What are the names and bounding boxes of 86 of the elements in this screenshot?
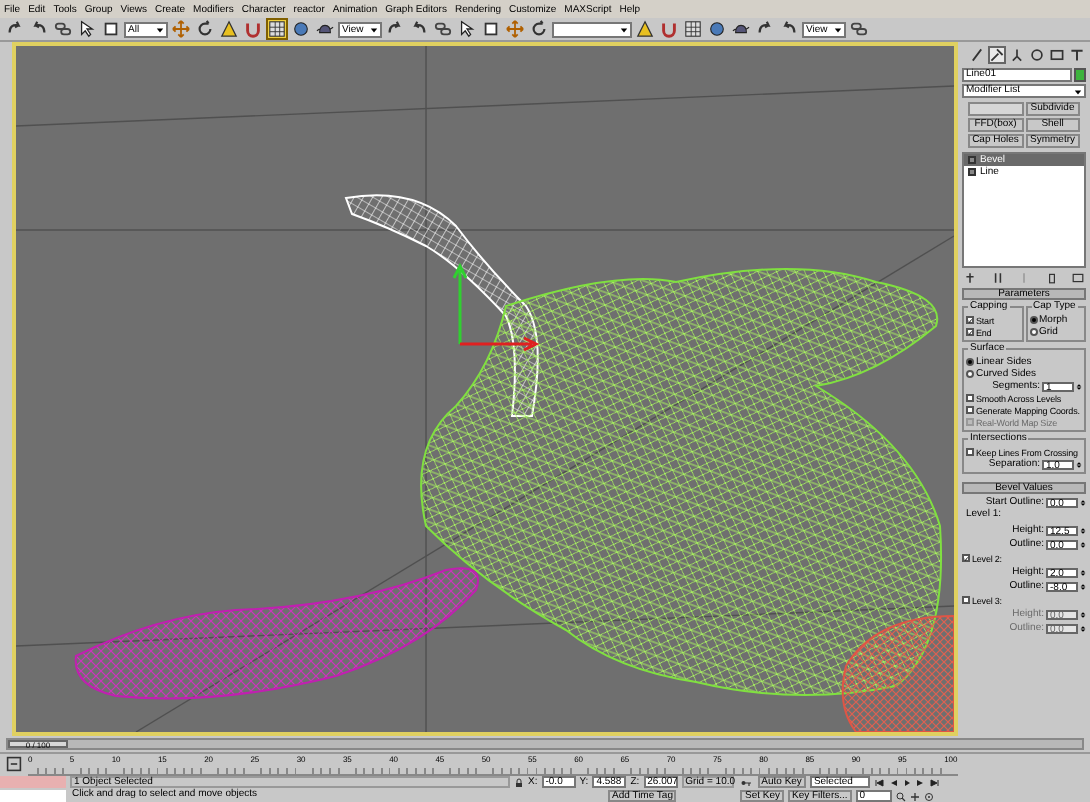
color-swatch[interactable] <box>1074 68 1086 82</box>
sphere-icon <box>292 20 310 38</box>
radio-button[interactable] <box>1029 316 1037 324</box>
radio-button[interactable] <box>1029 328 1037 336</box>
panel-tab[interactable] <box>1048 46 1066 64</box>
checkbox[interactable] <box>966 406 974 414</box>
zoom-icon[interactable] <box>895 791 906 801</box>
toolbar-button[interactable] <box>432 18 454 40</box>
spinner-arrows-icon[interactable] <box>1080 609 1086 619</box>
transform-gizmo-icon[interactable] <box>452 262 540 352</box>
teapot-icon <box>316 20 334 38</box>
curved-arrow-icon <box>780 20 798 38</box>
caret-icon <box>156 25 164 33</box>
toolbar-button[interactable] <box>480 18 502 40</box>
four-way-arrow-icon <box>506 20 524 38</box>
panel-tab[interactable] <box>1008 46 1026 64</box>
toolbar-button[interactable] <box>76 18 98 40</box>
teapot-icon <box>732 20 750 38</box>
curved-arrow-icon <box>386 20 404 38</box>
spinner-arrows-icon[interactable] <box>1080 581 1086 591</box>
caret-icon <box>834 25 842 33</box>
checkbox[interactable] <box>966 394 974 402</box>
curved-arrow-icon <box>756 20 774 38</box>
lock-icon[interactable] <box>514 777 524 787</box>
spinner-arrows-icon[interactable] <box>1080 567 1086 577</box>
circular-arrow-icon <box>196 20 214 38</box>
spinner-arrows-icon[interactable] <box>1080 497 1086 507</box>
curved-arrow-icon <box>6 20 24 38</box>
monitor-icon <box>1050 48 1064 62</box>
square-icon[interactable] <box>1072 272 1084 284</box>
toolbar-button[interactable] <box>194 18 216 40</box>
triangle-icon <box>636 20 654 38</box>
toolbar-button[interactable] <box>634 18 656 40</box>
triangle-icon <box>220 20 238 38</box>
toolbar-button[interactable] <box>848 18 870 40</box>
grid-icon <box>268 20 286 38</box>
key-icon[interactable] <box>737 777 754 787</box>
panel-tab[interactable] <box>968 46 986 64</box>
toolbar-button[interactable] <box>290 18 312 40</box>
magnet-icon <box>660 20 678 38</box>
chain-link-icon <box>850 20 868 38</box>
checkbox[interactable] <box>966 448 974 456</box>
checkbox[interactable] <box>962 596 970 604</box>
arrow-cursor-icon <box>458 20 476 38</box>
toolbar-button[interactable] <box>528 18 550 40</box>
arrow-cursor-icon <box>78 20 96 38</box>
magnet-icon <box>244 20 262 38</box>
chain-link-icon <box>434 20 452 38</box>
chain-link-icon <box>54 20 72 38</box>
square-icon <box>482 20 500 38</box>
square-icon <box>102 20 120 38</box>
caret-icon <box>370 25 378 33</box>
toolbar-button[interactable] <box>100 18 122 40</box>
line-icon <box>970 48 984 62</box>
sphere-icon <box>708 20 726 38</box>
panel-tab[interactable] <box>1028 46 1046 64</box>
checkbox[interactable] <box>966 316 974 324</box>
dropdown[interactable] <box>552 21 632 37</box>
caret-icon <box>620 25 628 33</box>
spinner-arrows-icon[interactable] <box>1080 623 1086 633</box>
four-way-arrow-icon <box>172 20 190 38</box>
spinner-arrows-icon[interactable] <box>1080 539 1086 549</box>
checkbox[interactable] <box>962 554 970 562</box>
checkbox[interactable] <box>966 328 974 336</box>
toolbar-button[interactable] <box>218 18 240 40</box>
bar-icon[interactable] <box>991 272 1003 284</box>
orbit-icon[interactable] <box>923 791 934 801</box>
frame-icon[interactable] <box>6 756 22 772</box>
curved-arrow-icon <box>410 20 428 38</box>
toolbar-button[interactable] <box>456 18 478 40</box>
curved-arrow-icon <box>30 20 48 38</box>
circular-arrow-icon <box>530 20 548 38</box>
spinner-arrows-icon[interactable] <box>1076 459 1082 469</box>
branch-icon <box>1010 48 1024 62</box>
radio-button[interactable] <box>966 358 974 366</box>
skip-start-icon[interactable] <box>873 777 884 787</box>
spinner-arrows-icon[interactable] <box>1076 381 1082 391</box>
pan-icon[interactable] <box>909 791 920 801</box>
grid-icon <box>684 20 702 38</box>
toolbar-button[interactable] <box>52 18 74 40</box>
caret-icon <box>1074 87 1082 95</box>
toolbar-button[interactable] <box>706 18 728 40</box>
radio-button[interactable] <box>966 370 974 378</box>
spinner-arrows-icon[interactable] <box>1080 525 1086 535</box>
skip-end-icon[interactable] <box>929 777 940 787</box>
circle-icon <box>1030 48 1044 62</box>
